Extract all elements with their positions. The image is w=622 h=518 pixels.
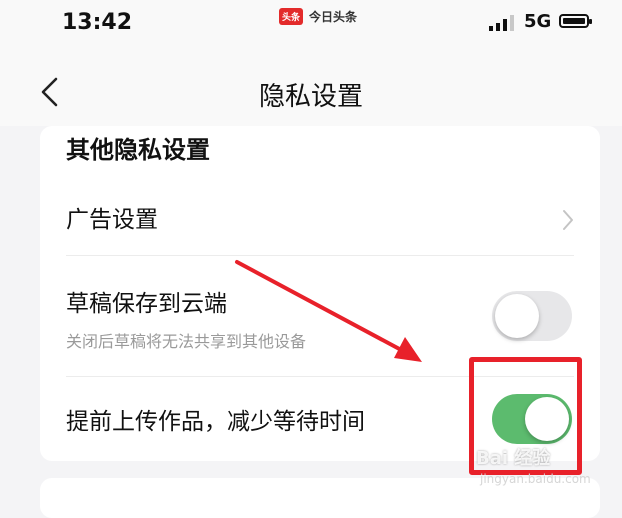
watermark-url: jingyan.baidu.com [480,472,591,486]
baidu-watermark-logo: Bai 经验 [476,448,551,469]
